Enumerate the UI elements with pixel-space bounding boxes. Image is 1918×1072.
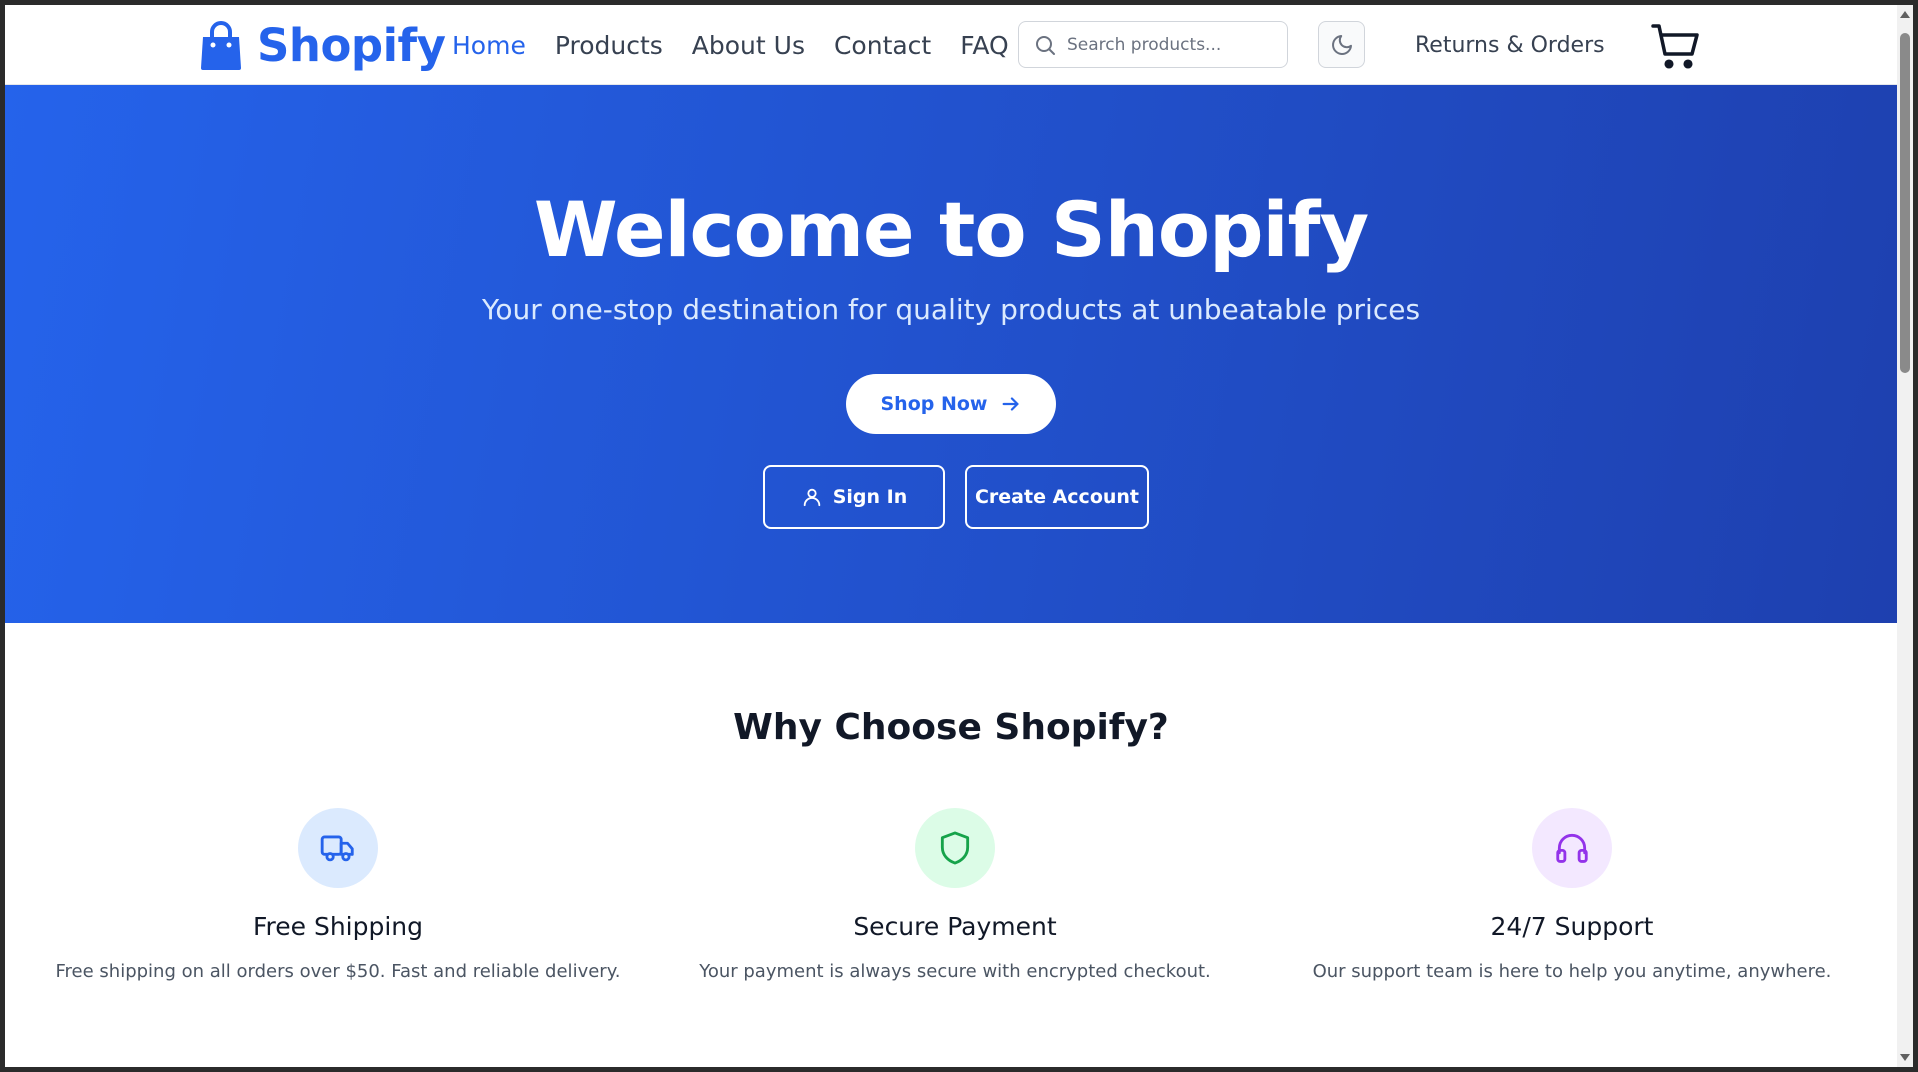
page-viewport: Shopify Home Products About Us Contact F… xyxy=(5,5,1897,1067)
feature-title: Free Shipping xyxy=(252,912,424,941)
user-icon xyxy=(803,488,820,507)
feature-text: Your payment is always secure with encry… xyxy=(699,961,1211,982)
features-title: Why Choose Shopify? xyxy=(733,707,1169,748)
nav-products[interactable]: Products xyxy=(555,31,663,60)
cart-icon xyxy=(1651,24,1699,69)
scrollbar-thumb[interactable] xyxy=(1900,33,1910,373)
search-icon xyxy=(1036,35,1055,55)
shop-now-button[interactable]: Shop Now xyxy=(846,374,1056,434)
main-nav: Home Products About Us Contact FAQ xyxy=(452,5,1038,85)
sign-in-button[interactable]: Sign In xyxy=(763,465,945,529)
shield-icon xyxy=(940,831,970,865)
sign-in-label: Sign In xyxy=(832,486,908,508)
nav-contact[interactable]: Contact xyxy=(834,31,931,60)
theme-toggle-button[interactable] xyxy=(1318,21,1365,68)
search-box[interactable] xyxy=(1018,21,1288,68)
nav-home[interactable]: Home xyxy=(452,31,526,60)
hero-subtitle: Your one-stop destination for quality pr… xyxy=(481,293,1421,326)
feature-title: 24/7 Support xyxy=(1490,912,1654,941)
feature-text: Our support team is here to help you any… xyxy=(1312,961,1832,982)
feature-text: Free shipping on all orders over $50. Fa… xyxy=(55,961,621,982)
cart-button[interactable] xyxy=(1650,21,1702,73)
brand-logo[interactable]: Shopify xyxy=(199,19,446,72)
search-input[interactable] xyxy=(1067,34,1277,55)
create-account-label: Create Account xyxy=(974,486,1140,508)
feature-support: 24/7 Support Our support team is here to… xyxy=(1272,808,1872,982)
create-account-button[interactable]: Create Account xyxy=(965,465,1149,529)
scroll-up-arrow-icon[interactable] xyxy=(1900,11,1910,18)
scroll-down-arrow-icon[interactable] xyxy=(1900,1054,1910,1061)
feature-icon-circle xyxy=(915,808,995,888)
arrow-right-icon xyxy=(1002,397,1019,411)
nav-about-us[interactable]: About Us xyxy=(692,31,805,60)
shop-now-label: Shop Now xyxy=(880,393,988,415)
feature-free-shipping: Free Shipping Free shipping on all order… xyxy=(38,808,638,982)
headphones-icon xyxy=(1556,833,1588,863)
site-header: Shopify Home Products About Us Contact F… xyxy=(5,5,1897,85)
hero-title: Welcome to Shopify xyxy=(533,185,1369,274)
brand-name: Shopify xyxy=(257,19,446,72)
nav-faq[interactable]: FAQ xyxy=(960,31,1008,60)
feature-icon-circle xyxy=(1532,808,1612,888)
hero-section: Welcome to Shopify Your one-stop destina… xyxy=(5,85,1897,623)
returns-orders-link[interactable]: Returns & Orders xyxy=(1415,5,1605,85)
feature-title: Secure Payment xyxy=(853,912,1057,941)
feature-secure-payment: Secure Payment Your payment is always se… xyxy=(655,808,1255,982)
moon-icon xyxy=(1331,34,1352,55)
shopping-bag-icon xyxy=(201,20,241,70)
truck-icon xyxy=(320,835,354,862)
feature-icon-circle xyxy=(298,808,378,888)
vertical-scrollbar[interactable] xyxy=(1897,5,1913,1067)
